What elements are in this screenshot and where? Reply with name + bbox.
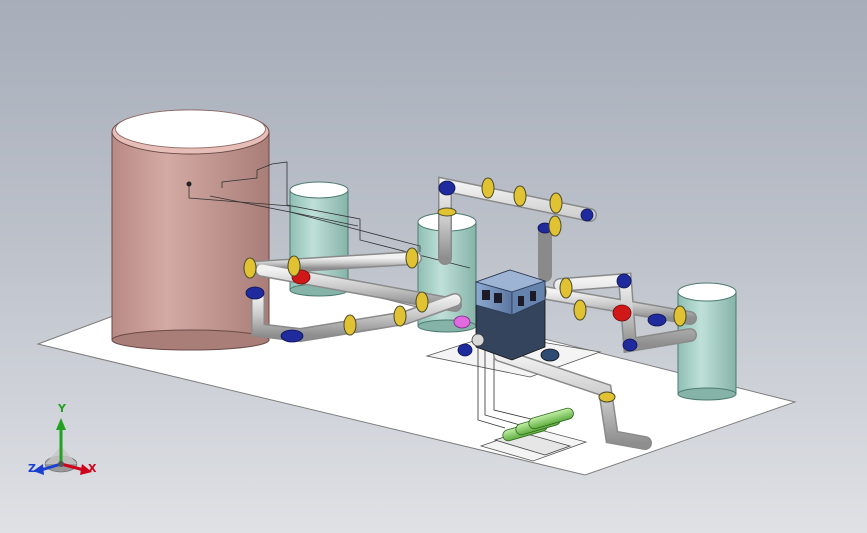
axis-label-z: Z — [28, 462, 36, 475]
piping-assembly-model[interactable] — [0, 0, 867, 533]
large-storage-tank[interactable] — [111, 109, 270, 351]
magenta-fitting — [453, 315, 471, 329]
coordinate-triad[interactable]: Y X Z — [24, 402, 114, 488]
cad-viewport[interactable]: Y X Z — [0, 0, 867, 533]
axis-label-y: Y — [58, 402, 66, 415]
axis-label-x: X — [88, 462, 97, 475]
coordinate-triad-icon — [33, 418, 92, 475]
